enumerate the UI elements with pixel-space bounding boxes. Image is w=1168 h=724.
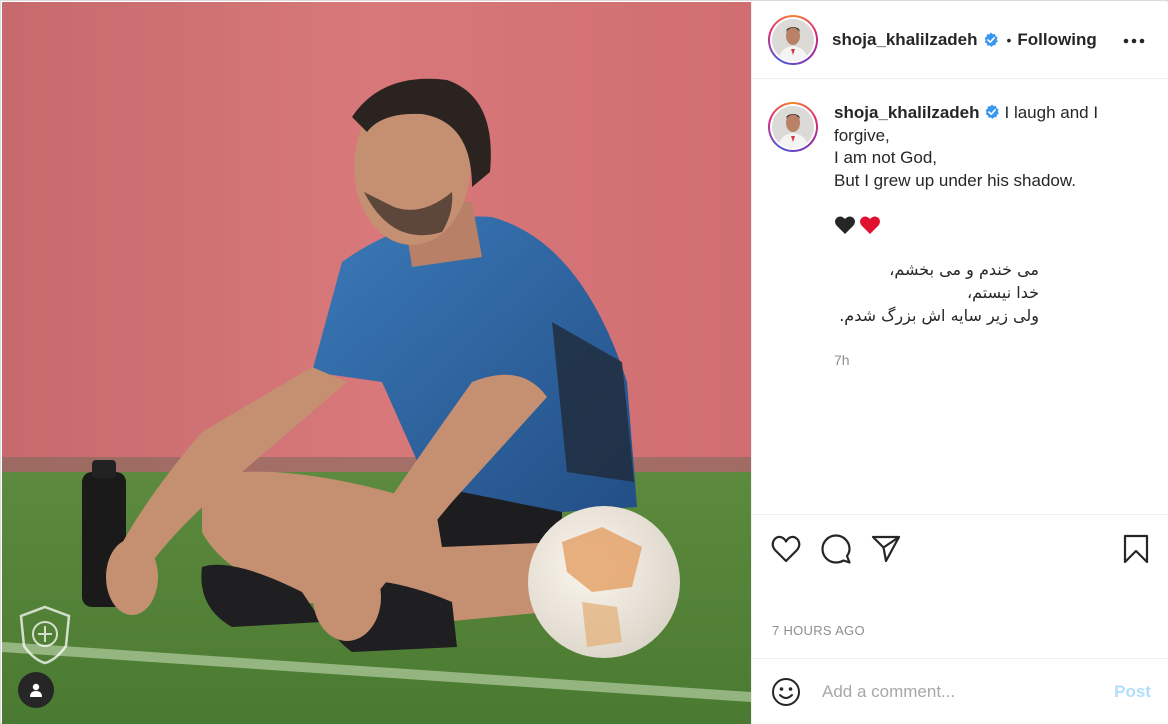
share-icon[interactable]: [870, 533, 902, 565]
persian-line: ولی زیر سایه اش بزرگ شدم.: [839, 306, 1039, 325]
post-comment-button[interactable]: Post: [1114, 682, 1151, 702]
post-photo[interactable]: [2, 2, 751, 724]
caption-avatar[interactable]: [768, 102, 818, 152]
post-modal: shoja_khalilzadeh • Following shoja_khal…: [0, 0, 1168, 724]
comment-icon[interactable]: [820, 533, 852, 565]
post-side-panel: shoja_khalilzadeh • Following shoja_khal…: [751, 2, 1168, 724]
heart-icon[interactable]: [770, 533, 802, 565]
hearts-emoji: [834, 214, 1154, 238]
club-crest-watermark: [19, 605, 71, 665]
caption-line: But I grew up under his shadow.: [834, 170, 1076, 190]
post-header: shoja_khalilzadeh • Following: [752, 2, 1168, 79]
comment-input[interactable]: [822, 681, 1115, 702]
post-actions: [752, 514, 1168, 584]
more-options-icon[interactable]: [1121, 28, 1147, 54]
bookmark-icon[interactable]: [1120, 533, 1152, 565]
avatar[interactable]: [768, 15, 818, 65]
player-photo: [2, 2, 751, 724]
post-timestamp[interactable]: 7 HOURS AGO: [772, 623, 865, 638]
caption-username-link[interactable]: shoja_khalilzadeh: [834, 103, 980, 122]
verified-badge-icon: [984, 32, 998, 47]
post-caption: shoja_khalilzadeh I laugh and I forgive,…: [768, 102, 1158, 372]
caption-text: shoja_khalilzadeh I laugh and I forgive,…: [834, 102, 1154, 372]
persian-line: می خندم و می بخشم،: [889, 260, 1039, 279]
caption-age[interactable]: 7h: [834, 349, 1154, 372]
caption-line: I am not God,: [834, 148, 937, 167]
emoji-icon[interactable]: [770, 676, 802, 708]
following-button[interactable]: Following: [1017, 30, 1096, 50]
user-tag-icon[interactable]: [18, 672, 54, 708]
persian-line: خدا نیستم،: [966, 283, 1039, 302]
separator-dot: •: [1006, 32, 1012, 48]
persian-caption: می خندم و می بخشم، خدا نیستم، ولی زیر سا…: [834, 258, 1039, 327]
header-user-info: shoja_khalilzadeh • Following: [832, 30, 1097, 50]
comment-bar: Post: [752, 658, 1168, 724]
username-link[interactable]: shoja_khalilzadeh: [832, 30, 978, 50]
verified-badge-icon: [985, 104, 999, 119]
